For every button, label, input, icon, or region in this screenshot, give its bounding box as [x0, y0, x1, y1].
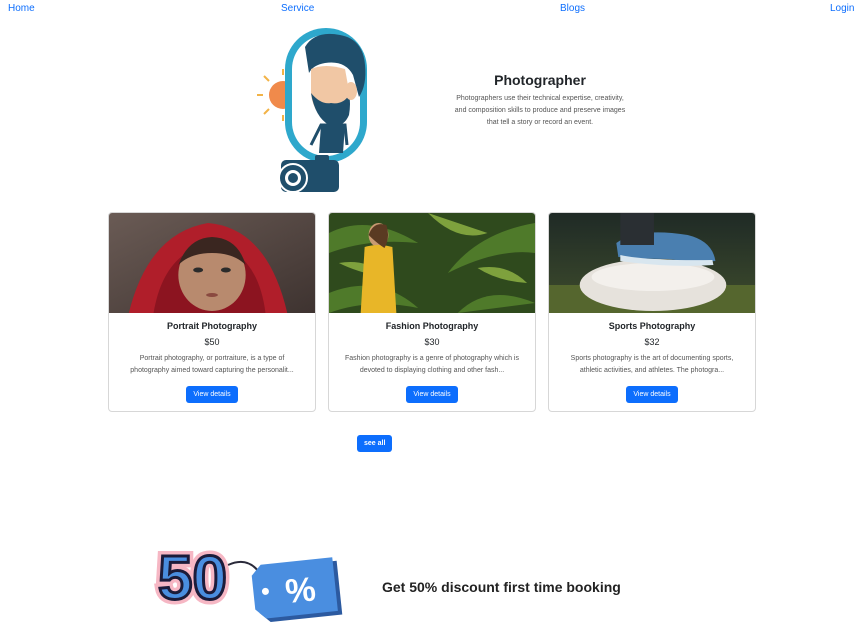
fashion-photo-image [329, 213, 535, 313]
card-price: $30 [424, 337, 440, 347]
hero-description: Photographers use their technical expert… [454, 95, 626, 126]
top-nav: Home Service Blogs Login [0, 0, 862, 18]
service-card-fashion: Fashion Photography $30 Fashion photogra… [328, 212, 536, 412]
service-card-sports: Sports Photography $32 Sports photograph… [548, 212, 756, 412]
card-body: Fashion Photography $30 Fashion photogra… [329, 313, 535, 411]
card-description: Sports photography is the art of documen… [570, 355, 734, 374]
card-body: Portrait Photography $50 Portrait photog… [109, 313, 315, 411]
card-title: Sports Photography [608, 321, 696, 331]
camera-icon [278, 155, 339, 193]
see-all-button[interactable]: see all [357, 435, 393, 452]
fifty-number: 50 [158, 544, 227, 613]
card-price: $50 [204, 337, 220, 347]
view-details-button[interactable]: View details [186, 386, 238, 403]
card-description: Portrait photography, or portraiture, is… [130, 355, 294, 374]
discount-illustration: % 50 50 [150, 535, 345, 625]
photographer-icon [257, 28, 367, 193]
view-details-button[interactable]: View details [406, 386, 458, 403]
view-details-button[interactable]: View details [626, 386, 678, 403]
sports-photo-image [549, 213, 755, 313]
card-title: Fashion Photography [385, 321, 479, 331]
discount-headline: Get 50% discount first time booking [382, 579, 621, 595]
nav-service-link[interactable]: Service [281, 3, 314, 14]
nav-login-link[interactable]: Login [830, 3, 854, 14]
service-card-portrait: Portrait Photography $50 Portrait photog… [108, 212, 316, 412]
hero-title: Photographer [494, 72, 586, 88]
card-body: Sports Photography $32 Sports photograph… [549, 313, 755, 411]
card-description: Fashion photography is a genre of photog… [345, 355, 519, 374]
portrait-photo-image [109, 213, 315, 313]
discount-tag-icon: % 50 50 [153, 539, 343, 623]
nav-blogs-link[interactable]: Blogs [560, 3, 585, 14]
card-price: $32 [644, 337, 660, 347]
nav-home-link[interactable]: Home [8, 3, 35, 14]
card-title: Portrait Photography [166, 321, 257, 331]
hero-text-block: Photographer Photographers use their tec… [450, 72, 630, 129]
photographer-illustration [255, 25, 375, 197]
percent-symbol: % [284, 570, 318, 611]
